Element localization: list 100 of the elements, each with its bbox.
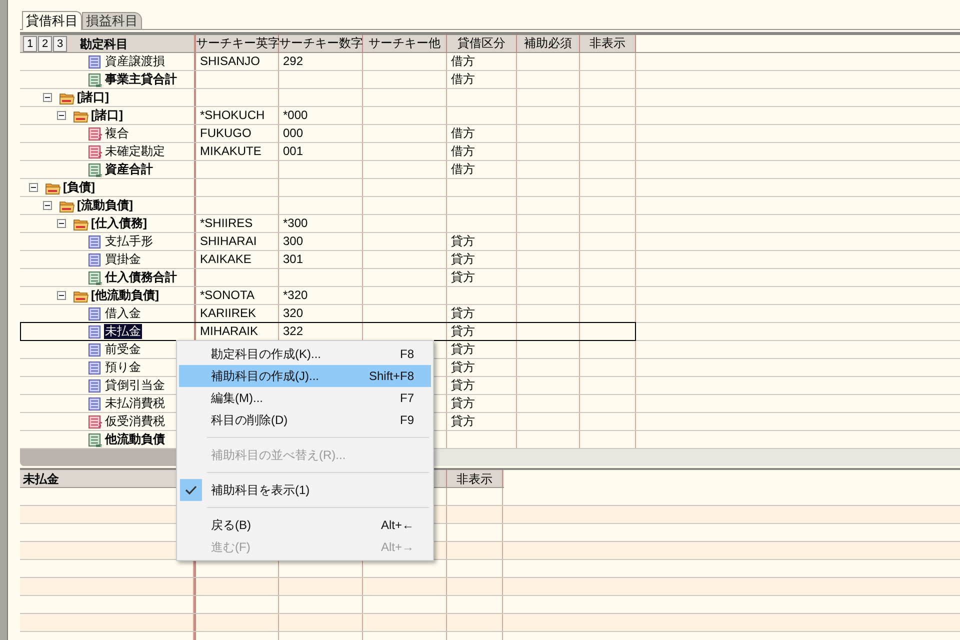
account-name[interactable]: [他流動負債] [90,288,160,303]
table-cell: 001 [283,144,304,158]
table-cell: *320 [283,288,308,302]
ledger-icon [87,325,103,339]
table-cell: MIHARAIK [200,324,258,338]
ledger-icon [87,343,103,357]
ledger-icon [87,73,103,87]
table-cell: 借方 [451,162,475,176]
ledger-icon [87,235,103,249]
account-name[interactable]: 未払金 [104,324,142,339]
table-cell: *300 [283,216,308,230]
account-name[interactable]: [仕入債務] [90,216,148,231]
column-header[interactable]: サーチキー他 [363,35,447,52]
account-name[interactable]: 未払消費税 [104,396,166,411]
ledger-icon [87,433,103,447]
table-cell: 借方 [451,72,475,86]
menu-item[interactable]: 戻る(B) Alt+← [179,514,431,536]
table-cell: 貸方 [451,324,475,338]
account-name[interactable]: 前受金 [104,342,142,357]
account-name[interactable]: 他流動負債 [104,432,166,447]
table-cell: 貸方 [451,414,475,428]
account-name[interactable]: [諸口] [90,108,124,123]
account-name[interactable]: 仮受消費税 [104,414,166,429]
account-name[interactable]: 支払手形 [104,234,154,249]
account-name[interactable]: 未確定勘定 [104,144,166,159]
collapse-toggle[interactable] [57,291,66,300]
table-cell: 301 [283,252,304,266]
ledger-s-icon [87,415,103,429]
folder-icon [73,109,89,123]
column-header[interactable]: 勘定科目 [80,35,128,52]
table-cell: *000 [283,108,308,122]
ledger-icon [87,55,103,69]
table-cell: 貸方 [451,378,475,392]
tab[interactable]: 損益科目 [82,12,142,29]
folder-icon [73,289,89,303]
menu-item[interactable]: 補助科目の作成(J)... Shift+F8 [179,365,431,387]
account-name[interactable]: 事業主貸合計 [104,72,178,87]
ledger-icon [87,397,103,411]
table-cell: 貸方 [451,306,475,320]
account-name[interactable]: [諸口] [76,90,110,105]
table-cell: 貸方 [451,234,475,248]
ledger-s-icon [87,127,103,141]
table-cell: *SHOKUCH [200,108,265,122]
table-cell: KAIKAKE [200,252,252,266]
table-cell: 322 [283,324,304,338]
ledger-icon [87,271,103,285]
collapse-toggle[interactable] [57,219,66,228]
table-cell: 000 [283,126,304,140]
column-header[interactable]: 非表示 [447,470,503,487]
column-header[interactable]: サーチキー英字 [196,35,279,52]
level-button[interactable]: 1 [23,36,37,52]
table-cell: 借方 [451,144,475,158]
account-name[interactable]: 資産合計 [104,162,154,177]
account-name[interactable]: 買掛金 [104,252,142,267]
table-cell: 320 [283,306,304,320]
table-cell: FUKUGO [200,126,252,140]
folder-icon [59,91,75,105]
account-name[interactable]: 仕入債務合計 [104,270,178,285]
column-header[interactable]: 非表示 [580,35,636,52]
menu-item[interactable]: 科目の削除(D) F9 [179,409,431,431]
table-cell: MIKAKUTE [200,144,262,158]
collapse-toggle[interactable] [29,183,38,192]
table-cell: KARIIREK [200,306,256,320]
ledger-icon [87,253,103,267]
account-name[interactable]: 資産譲渡損 [104,54,166,69]
account-name[interactable]: 借入金 [104,306,142,321]
table-cell: 292 [283,54,304,68]
table-cell: SHIHARAI [200,234,257,248]
ledger-icon [87,307,103,321]
table-cell: 借方 [451,126,475,140]
table-cell: *SHIIRES [200,216,253,230]
account-name[interactable]: [流動負債] [76,198,134,213]
collapse-toggle[interactable] [43,93,52,102]
table-cell: 貸方 [451,396,475,410]
table-cell: SHISANJO [200,54,260,68]
folder-icon [59,199,75,213]
table-cell: 借方 [451,54,475,68]
account-name[interactable]: 預り金 [104,360,142,375]
account-name[interactable]: [負債] [62,180,96,195]
folder-icon [45,181,61,195]
table-cell: *SONOTA [200,288,254,302]
table-cell: 貸方 [451,342,475,356]
collapse-toggle[interactable] [57,111,66,120]
tab[interactable]: 貸借科目 [22,11,82,30]
menu-item[interactable]: 勘定科目の作成(K)... F8 [179,343,431,365]
level-button[interactable]: 3 [53,36,67,52]
account-name[interactable]: 複合 [104,126,130,141]
table-cell: 貸方 [451,270,475,284]
account-name[interactable]: 貸倒引当金 [104,378,166,393]
menu-item[interactable]: 編集(M)... F7 [179,387,431,409]
column-header[interactable]: 補助必須 [517,35,580,52]
ledger-icon [87,163,103,177]
column-header[interactable]: 貸借区分 [447,35,517,52]
table-cell: 貸方 [451,360,475,374]
collapse-toggle[interactable] [43,201,52,210]
ledger-icon [87,379,103,393]
ledger-icon [87,361,103,375]
ledger-s-icon [87,145,103,159]
column-header[interactable]: サーチキー数字 [279,35,363,52]
level-button[interactable]: 2 [38,36,52,52]
